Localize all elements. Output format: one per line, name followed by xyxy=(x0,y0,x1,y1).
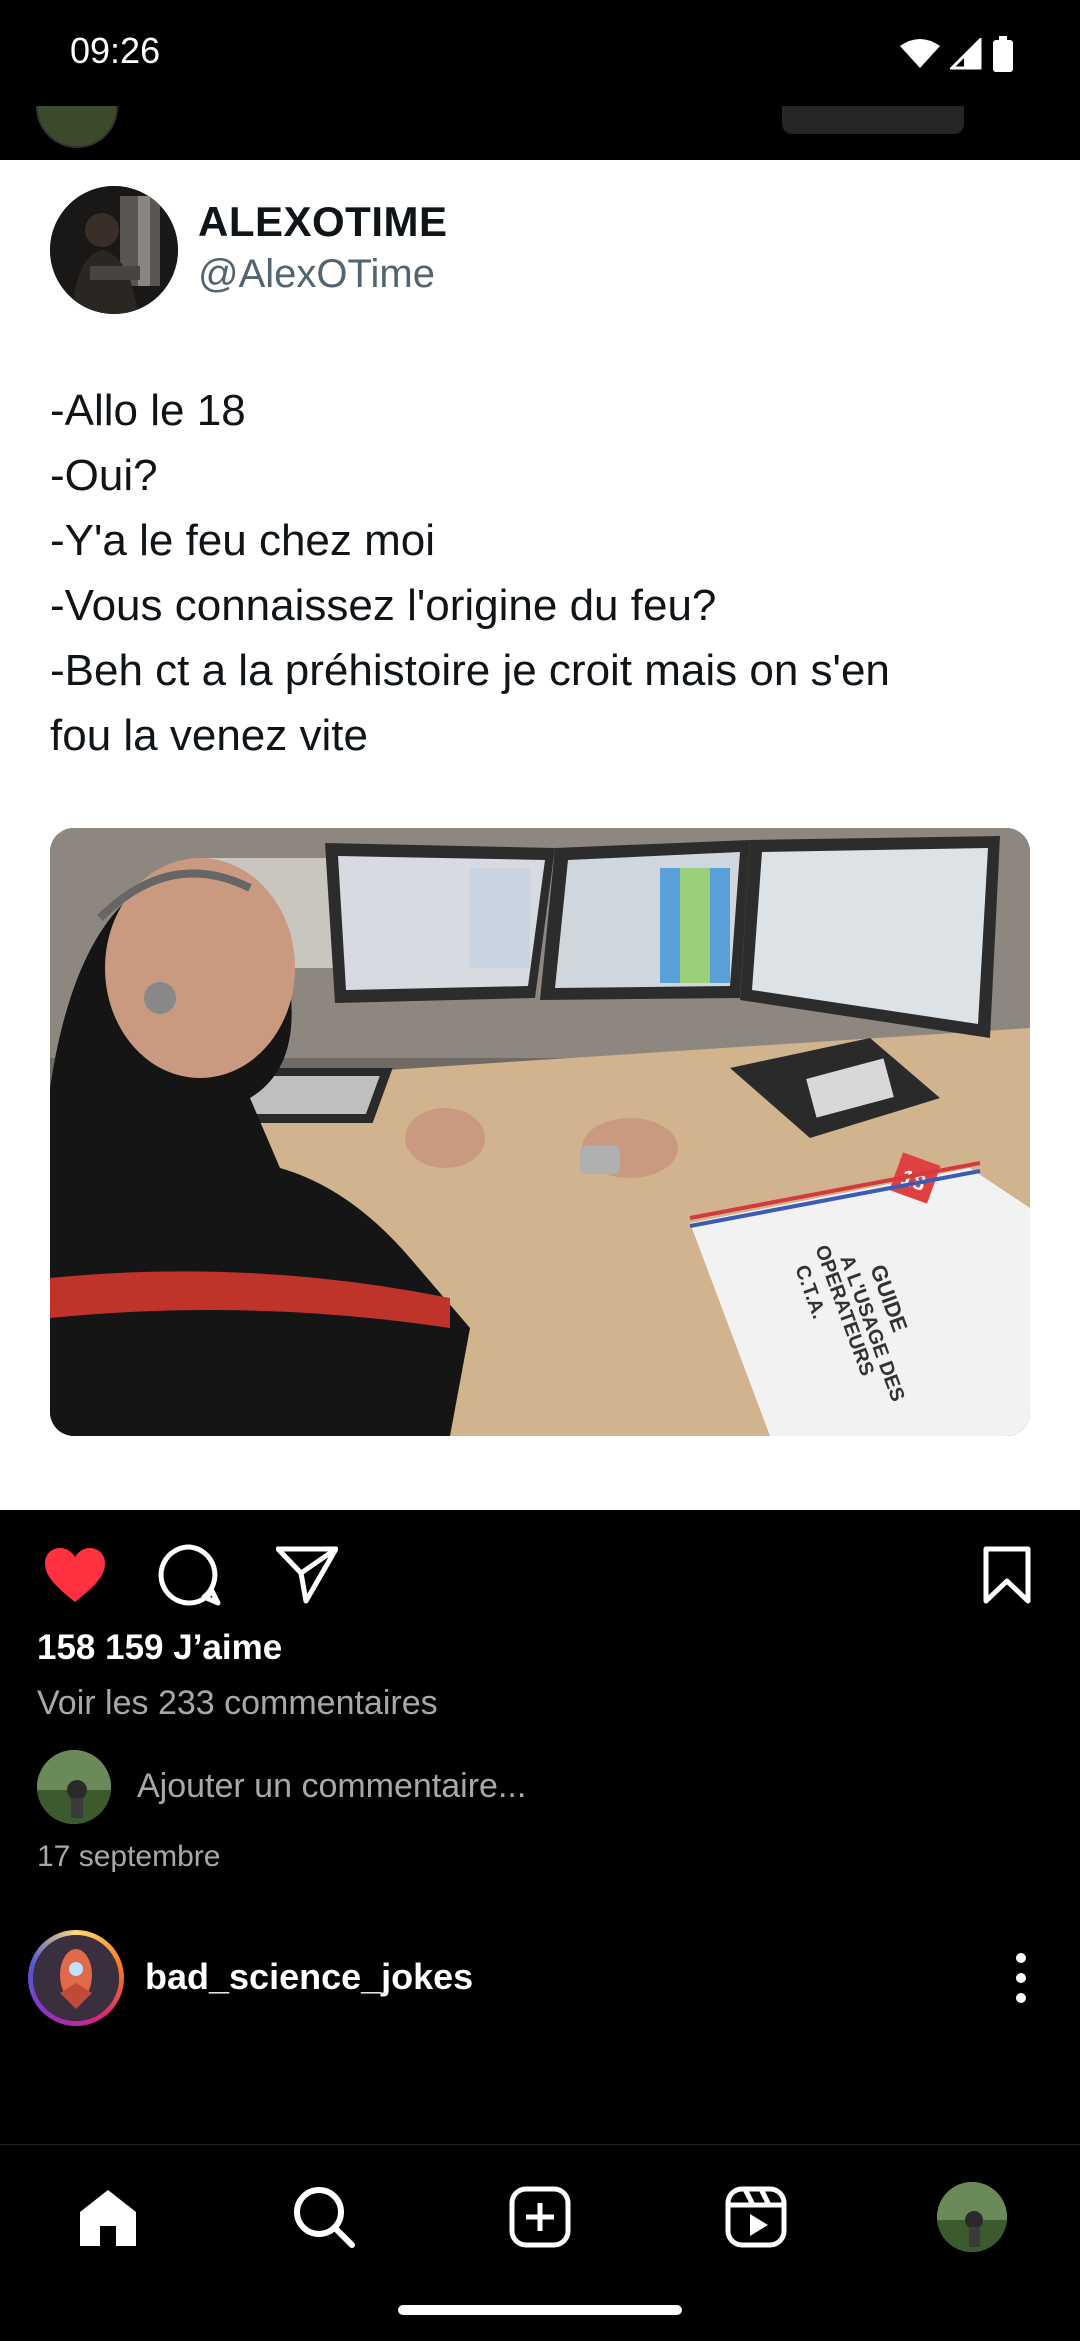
comment-button[interactable] xyxy=(155,1540,225,1610)
paper-plane-icon xyxy=(276,1546,338,1604)
bookmark-icon xyxy=(983,1546,1031,1604)
heart-icon xyxy=(45,1548,105,1602)
tweet-line: -Allo le 18 xyxy=(50,386,246,435)
previous-post-remnant xyxy=(0,106,1080,160)
tweet-display-name: ALEXOTIME xyxy=(198,198,448,245)
signal-icon xyxy=(950,38,982,70)
nav-create[interactable] xyxy=(504,2181,576,2253)
reels-icon xyxy=(725,2186,787,2248)
search-icon xyxy=(294,2187,355,2248)
likes-count[interactable]: 158 159 J’aime xyxy=(37,1628,282,1668)
share-button[interactable] xyxy=(272,1540,342,1610)
current-user-avatar xyxy=(37,1750,111,1824)
tweet-handle: @AlexOTime xyxy=(198,252,435,296)
previous-post-button[interactable] xyxy=(782,106,964,134)
post-image[interactable]: ALEXOTIME @AlexOTime -Allo le 18 -Oui? -… xyxy=(0,160,1080,1510)
next-post-header: bad_science_jokes xyxy=(0,1930,1080,2050)
tweet-line: fou la venez vite xyxy=(50,711,368,760)
profile-avatar xyxy=(937,2182,1007,2252)
post-actions xyxy=(0,1512,1080,1622)
tweet-line: -Oui? xyxy=(50,451,158,500)
tweet-line: -Beh ct a la préhistoire je croit mais o… xyxy=(50,646,890,695)
status-time: 09:26 xyxy=(70,30,161,71)
status-bar: 09:26 xyxy=(0,0,1080,106)
battery-icon xyxy=(993,36,1013,72)
story-ring[interactable] xyxy=(28,1930,124,2026)
view-comments-link[interactable]: Voir les 233 commentaires xyxy=(37,1684,438,1723)
home-icon xyxy=(80,2190,136,2246)
nav-search[interactable] xyxy=(288,2181,360,2253)
add-comment-input[interactable]: Ajouter un commentaire... xyxy=(137,1767,526,1806)
tweet-text: -Allo le 18 -Oui? -Y'a le feu chez moi -… xyxy=(50,378,1040,768)
previous-post-avatar[interactable] xyxy=(36,106,118,148)
nav-reels[interactable] xyxy=(720,2181,792,2253)
status-icons xyxy=(900,34,1014,74)
comment-bubble-icon xyxy=(158,1544,221,1606)
more-vertical-icon[interactable] xyxy=(1006,1948,1036,2008)
home-indicator[interactable] xyxy=(398,2305,682,2315)
save-button[interactable] xyxy=(972,1540,1042,1610)
tweet-author-avatar xyxy=(50,186,178,314)
next-post-username[interactable]: bad_science_jokes xyxy=(145,1956,473,1998)
nav-home[interactable] xyxy=(72,2181,144,2253)
tweet-photo: GUIDE A L'USAGE DES OPERATEURS C.T.A. 18 xyxy=(50,828,1030,1436)
like-button[interactable] xyxy=(40,1540,110,1610)
bottom-nav xyxy=(0,2144,1080,2341)
post-date: 17 septembre xyxy=(37,1840,221,1873)
next-post-avatar xyxy=(33,1935,119,2021)
wifi-icon xyxy=(900,39,940,68)
create-icon xyxy=(509,2186,571,2248)
tweet-line: -Y'a le feu chez moi xyxy=(50,516,436,565)
tweet-line: -Vous connaissez l'origine du feu? xyxy=(50,581,717,630)
nav-profile[interactable] xyxy=(936,2181,1008,2253)
